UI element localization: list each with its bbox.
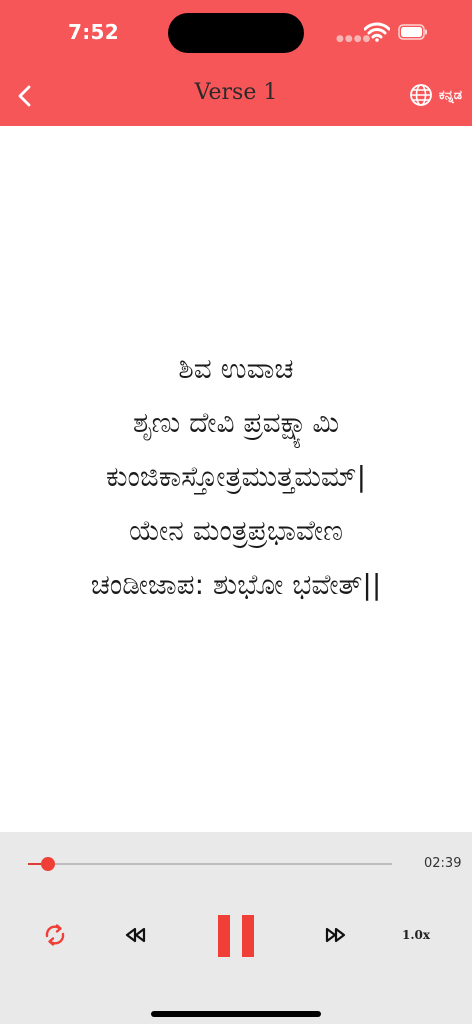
playback-speed-button[interactable]: 1.0x bbox=[402, 928, 430, 942]
rewind-button[interactable] bbox=[124, 926, 148, 944]
status-time: 7:52 bbox=[68, 20, 119, 44]
duration-label: 02:39 bbox=[424, 856, 462, 871]
battery-icon bbox=[398, 24, 427, 40]
verse-line: ಶೃಣು ದೇವಿ ಪ್ರವಕ್ಷ್ಯಾಮಿ bbox=[132, 406, 340, 439]
language-label: ಕನ್ನಡ bbox=[438, 87, 462, 102]
repeat-button[interactable] bbox=[42, 922, 68, 948]
rewind-icon bbox=[125, 927, 146, 943]
globe-icon bbox=[409, 84, 432, 106]
home-indicator bbox=[151, 1011, 321, 1017]
dynamic-island bbox=[168, 13, 304, 53]
app-bar: Verse 1 ಕನ್ನಡ bbox=[0, 66, 472, 126]
fast-forward-icon bbox=[325, 927, 346, 943]
wifi-icon bbox=[364, 22, 390, 42]
pause-bar bbox=[218, 915, 230, 957]
verse-text: ಶಿವ ಉವಾಚ ಶೃಣು ದೇವಿ ಪ್ರವಕ್ಷ್ಯಾಮಿ ಕುಂಜಿಕಾಸ… bbox=[0, 342, 472, 612]
pause-bar bbox=[242, 915, 254, 957]
repeat-icon bbox=[45, 924, 65, 946]
language-selector[interactable]: ಕನ್ನಡ bbox=[409, 83, 462, 107]
pause-button[interactable] bbox=[218, 915, 254, 957]
progress-slider[interactable] bbox=[28, 857, 392, 871]
verse-line: ಕುಂಜಿಕಾಸ್ತೋತ್ರಮುತ್ತಮಮ್| bbox=[105, 460, 367, 493]
verse-line: ಚಂಡೀಜಾಪ: ಶುಭೋ ಭವೇತ್|| bbox=[90, 568, 382, 601]
status-bar: 7:52 ●●●● bbox=[0, 0, 472, 66]
audio-player: 02:39 1.0x bbox=[0, 832, 472, 1024]
verse-line: ಶಿವ ಉವಾಚ bbox=[178, 352, 294, 385]
page-title: Verse 1 bbox=[194, 80, 278, 105]
progress-thumb[interactable] bbox=[41, 857, 56, 871]
fast-forward-button[interactable] bbox=[323, 926, 347, 944]
verse-line: ಯೇನ ಮಂತ್ರಪ್ರಭಾವೇಣ bbox=[129, 514, 343, 547]
